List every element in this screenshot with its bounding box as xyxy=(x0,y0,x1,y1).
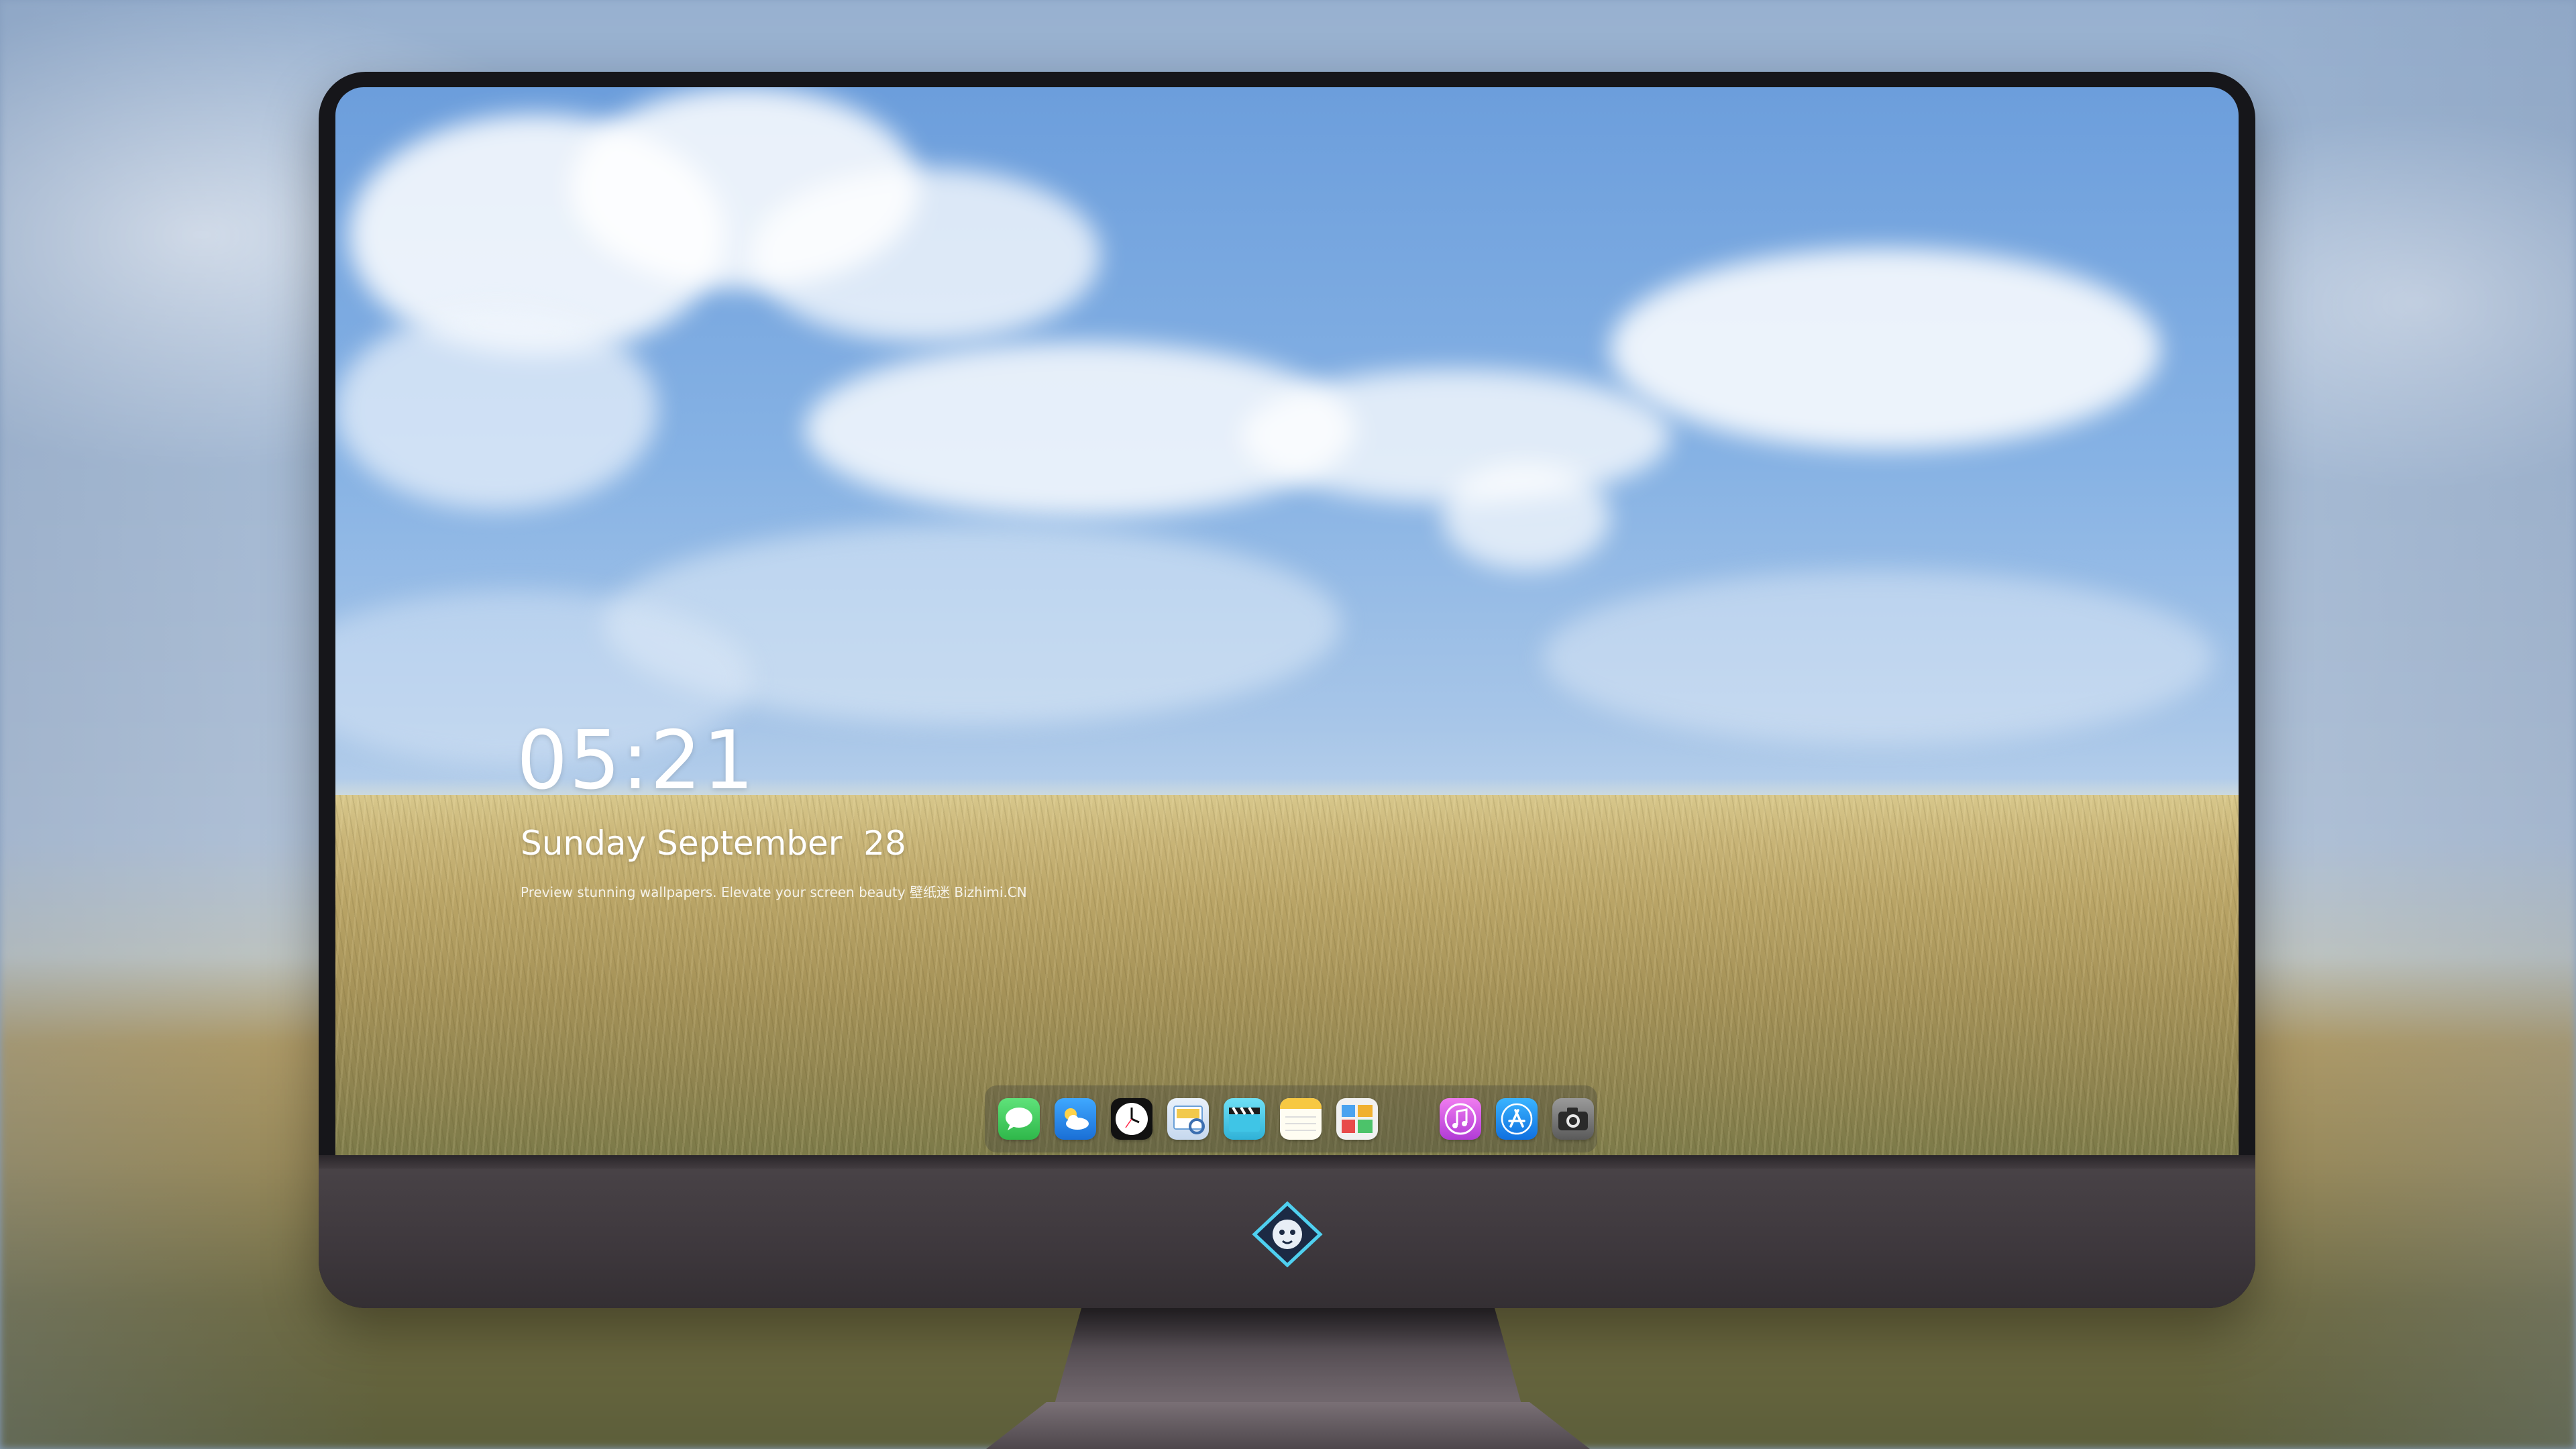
desktop-scene: 05:21 Sunday September 28 Preview stunni… xyxy=(0,0,2576,1449)
music-icon[interactable] xyxy=(1440,1098,1481,1140)
mascot-logo-icon xyxy=(1252,1201,1323,1268)
lockscreen-time: 05:21 xyxy=(517,714,755,808)
monitor-stand-base xyxy=(986,1402,1590,1449)
lockscreen-date: Sunday September 28 xyxy=(521,824,906,863)
wallpaper-sky xyxy=(335,87,2239,798)
clock-icon[interactable] xyxy=(1111,1098,1152,1140)
dock xyxy=(985,1085,1597,1152)
lock-screen[interactable]: 05:21 Sunday September 28 Preview stunni… xyxy=(335,87,2239,1155)
preview-icon[interactable] xyxy=(1167,1098,1209,1140)
weather-icon[interactable] xyxy=(1055,1098,1096,1140)
camera-icon[interactable] xyxy=(1552,1098,1594,1140)
monitor-stand-neck xyxy=(1053,1308,1523,1409)
messages-icon[interactable] xyxy=(998,1098,1040,1140)
app-store-icon[interactable] xyxy=(1496,1098,1538,1140)
notes-icon[interactable] xyxy=(1280,1098,1322,1140)
wallpaper-caption: Preview stunning wallpapers. Elevate you… xyxy=(521,884,1027,900)
clips-icon[interactable] xyxy=(1224,1098,1265,1140)
photos-gallery-icon[interactable] xyxy=(1336,1098,1378,1140)
monitor-chin-divider xyxy=(319,1155,2255,1169)
